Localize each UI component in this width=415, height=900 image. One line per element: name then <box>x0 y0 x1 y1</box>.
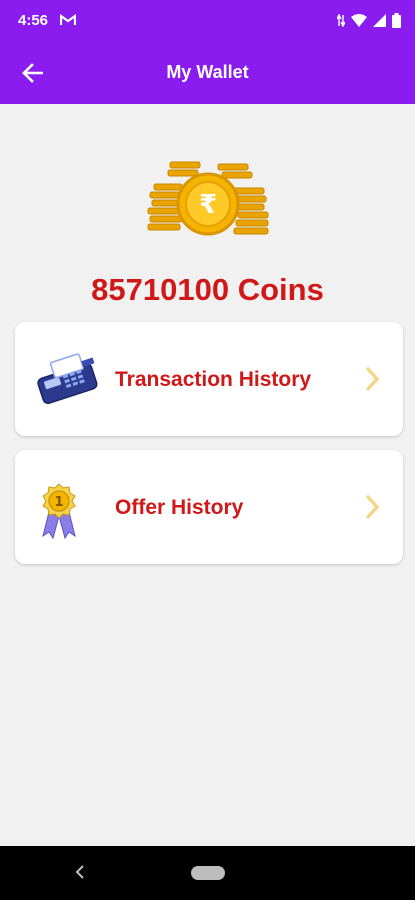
status-icons <box>337 12 401 28</box>
transaction-history-card[interactable]: Transaction History <box>15 322 403 436</box>
svg-text:1: 1 <box>54 495 63 510</box>
gmail-icon <box>60 14 77 26</box>
status-time: 4:56 <box>18 11 49 29</box>
svg-text:₹: ₹ <box>199 190 217 220</box>
offer-history-card[interactable]: 1 Offer History <box>15 450 403 564</box>
navigation-bar <box>0 846 415 900</box>
rupee-coin-stack-icon: ₹ <box>146 158 272 238</box>
nav-back-icon[interactable] <box>72 862 90 882</box>
battery-icon <box>392 12 401 28</box>
card-machine-icon <box>29 352 109 410</box>
nav-home-icon[interactable] <box>191 866 225 880</box>
chevron-right-icon <box>366 495 380 519</box>
transaction-history-label: Transaction History <box>115 368 312 391</box>
badge-medal-icon: 1 <box>29 480 109 540</box>
data-arrows-icon <box>337 13 345 27</box>
page-title: My Wallet <box>166 62 249 82</box>
offer-history-label: Offer History <box>115 496 244 519</box>
status-bar: 4:56 <box>0 0 415 40</box>
wifi-icon <box>351 13 367 27</box>
coin-balance: 85710100 Coins <box>91 272 324 307</box>
signal-icon <box>373 13 386 27</box>
chevron-right-icon <box>366 367 380 391</box>
app-bar: My Wallet <box>0 40 415 104</box>
